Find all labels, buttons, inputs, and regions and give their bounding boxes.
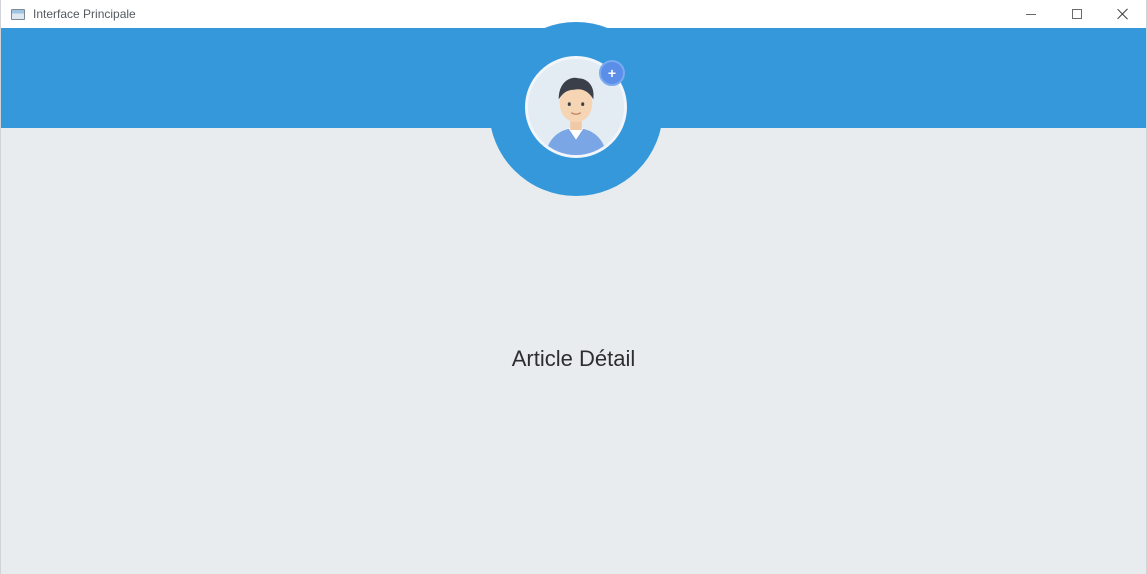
window-controls — [1008, 0, 1146, 28]
maximize-button[interactable] — [1054, 0, 1100, 28]
page-label: Article Détail — [511, 346, 636, 371]
app-window-icon — [11, 8, 25, 20]
window-title: Interface Principale — [33, 7, 136, 21]
minimize-icon — [1026, 13, 1036, 15]
plus-icon: + — [607, 65, 617, 81]
close-icon — [1117, 8, 1129, 20]
maximize-icon — [1072, 9, 1082, 19]
minimize-button[interactable] — [1008, 0, 1054, 28]
close-button[interactable] — [1100, 0, 1146, 28]
add-photo-badge[interactable]: + — [599, 60, 625, 86]
app-window: Interface Principale + Article Détail — [0, 0, 1147, 574]
